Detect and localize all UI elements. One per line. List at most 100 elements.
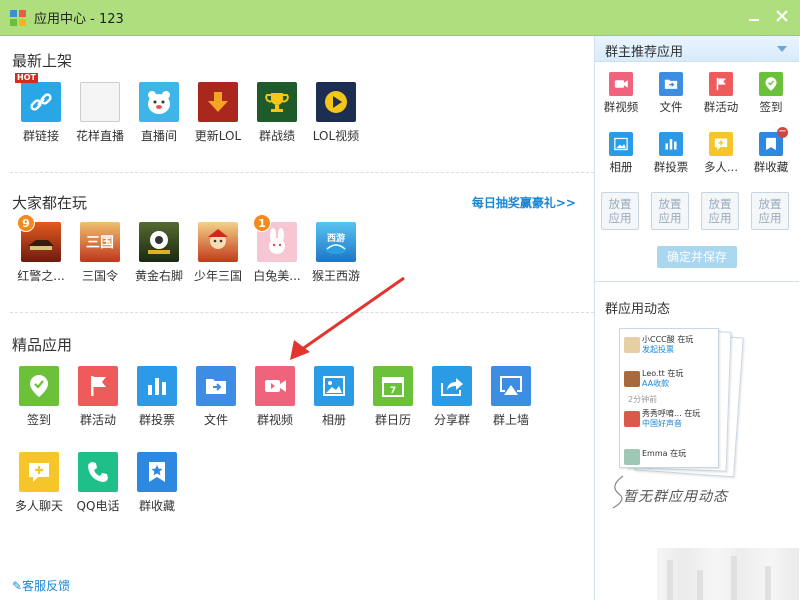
rec-app-album[interactable]: 相册 [599,132,643,175]
app-group-calendar[interactable]: 7 群日历 [362,366,424,428]
pencil-icon: ✎ [12,579,23,593]
rec-app-group-video[interactable]: 群视频 [599,72,643,115]
feed-user: Emma [642,449,668,458]
rec-app-label: 群投票 [653,160,689,174]
bookmark-star-icon: − [759,127,788,156]
app-three-kingdoms[interactable]: 三国 三国令 [69,222,131,284]
app-group-activity[interactable]: 群活动 [67,366,129,428]
video-camera-icon [255,366,295,406]
recommended-apps-header[interactable]: 群主推荐应用 [595,36,799,62]
hot-badge: HOT [15,73,38,83]
app-label: 群投票 [138,413,175,427]
rec-app-label: 签到 [759,100,783,114]
app-group-link[interactable]: HOT 群链接 [10,73,72,144]
three-kingdoms-icon: 三国 [80,222,120,262]
picture-icon [314,366,354,406]
svg-text:7: 7 [390,386,396,396]
app-share-group[interactable]: 分享群 [421,366,483,428]
feed-card-front: 小CCC酸 在玩 发起投票 Leo.tt 在玩 AA收款 2分钟前 秀秀呼唷..… [619,328,719,468]
rec-app-group-favorites[interactable]: − 群收藏 [749,127,793,175]
app-label: 群收藏 [138,499,175,513]
app-group-record[interactable]: 群战绩 [246,82,308,144]
feed-item: Leo.tt 在玩 AA收款 [642,369,683,389]
dynamics-illustration: 小CCC酸 在玩 发起投票 Leo.tt 在玩 AA收款 2分钟前 秀秀呼唷..… [619,328,744,478]
app-golden-foot[interactable]: 黄金右脚 [128,222,190,284]
app-live-room[interactable]: 直播间 [128,82,190,144]
app-group-wall[interactable]: 群上墙 [480,366,542,428]
picture-icon [609,132,633,156]
app-label: 花样直播 [75,129,124,143]
app-lol-video[interactable]: LOL视频 [305,82,367,144]
feed-user: 小CCC酸 [642,335,675,344]
app-file[interactable]: 文件 [185,366,247,428]
app-label: 群活动 [79,413,116,427]
app-qq-phone[interactable]: QQ电话 [67,452,129,514]
avatar [624,411,640,427]
rec-app-label: 文件 [659,100,683,114]
app-label: 直播间 [140,129,177,143]
app-red-alert[interactable]: 9 红警之... [10,214,72,284]
app-label: 签到 [26,413,51,427]
no-dynamics-text: 暂无群应用动态 [623,489,728,505]
rec-app-file[interactable]: 文件 [649,72,693,115]
app-label: 少年三国 [193,269,242,283]
app-label: 群战绩 [258,129,295,143]
rec-app-group-activity[interactable]: 群活动 [699,72,743,115]
rec-app-group-vote[interactable]: 群投票 [649,132,693,175]
phone-icon [78,452,118,492]
feed-verb: 在玩 [677,335,694,344]
feed-user: Leo.tt [642,369,665,378]
blank-icon [80,82,120,122]
app-young-three-kingdoms[interactable]: 少年三国 [187,222,249,284]
bookmark-star-icon [137,452,177,492]
main-area: 最新上架 HOT 群链接 花样直播 直播间 更新LOL 群战绩 LOL视频 大家… [0,36,594,600]
trophy-icon [257,82,297,122]
app-flower-live[interactable]: 花样直播 [69,82,131,144]
minimize-button[interactable] [742,6,766,26]
avatar [624,337,640,353]
app-label: 相册 [321,413,346,427]
app-label: 群日历 [374,413,411,427]
empty-app-slot[interactable]: 放置应用 [751,192,789,230]
close-button[interactable] [770,6,794,26]
rec-app-check-in[interactable]: 签到 [749,72,793,115]
remove-icon[interactable]: − [777,127,788,138]
feed-item: 小CCC酸 在玩 发起投票 [642,335,693,355]
app-label: 黄金右脚 [134,269,183,283]
app-label: 群上墙 [492,413,529,427]
confirm-save-button[interactable]: 确定并保存 [657,246,737,268]
empty-app-slot[interactable]: 放置应用 [601,192,639,230]
section-title-latest: 最新上架 [12,52,73,70]
notification-badge: 1 [253,214,271,232]
video-camera-icon [609,72,633,96]
title-bar: 应用中心 - 123 [0,0,800,36]
folder-icon [196,366,236,406]
red-alert-game-icon: 9 [17,214,61,262]
white-rabbit-icon: 1 [253,214,297,262]
dropdown-caret-icon[interactable] [777,46,787,52]
app-group-favorites[interactable]: 群收藏 [126,452,188,514]
app-update-lol[interactable]: 更新LOL [187,82,249,144]
section-divider [10,172,594,173]
close-icon [776,10,788,22]
empty-app-slot[interactable]: 放置应用 [701,192,739,230]
feed-action: AA收款 [642,379,670,388]
rec-app-multi-chat[interactable]: 多人... [699,132,743,175]
rec-app-label: 多人... [704,160,738,174]
daily-lottery-link[interactable]: 每日抽奖赢豪礼>> [472,194,576,211]
app-group-vote[interactable]: 群投票 [126,366,188,428]
play-icon [316,82,356,122]
decorative-background-strip [657,548,799,600]
app-multi-chat[interactable]: 多人聊天 [8,452,70,514]
screen-cast-icon [491,366,531,406]
app-check-in[interactable]: 签到 [8,366,70,428]
feed-item: Emma 在玩 [642,449,686,459]
decorative-swirl-icon [612,475,624,509]
customer-feedback-link[interactable]: ✎客服反馈 [12,577,70,594]
rec-app-label: 群视频 [603,100,639,114]
app-group-video[interactable]: 群视频 [244,366,306,428]
empty-app-slot[interactable]: 放置应用 [651,192,689,230]
young-three-kingdoms-icon [198,222,238,262]
app-album[interactable]: 相册 [303,366,365,428]
window-title: 应用中心 - 123 [34,12,124,27]
